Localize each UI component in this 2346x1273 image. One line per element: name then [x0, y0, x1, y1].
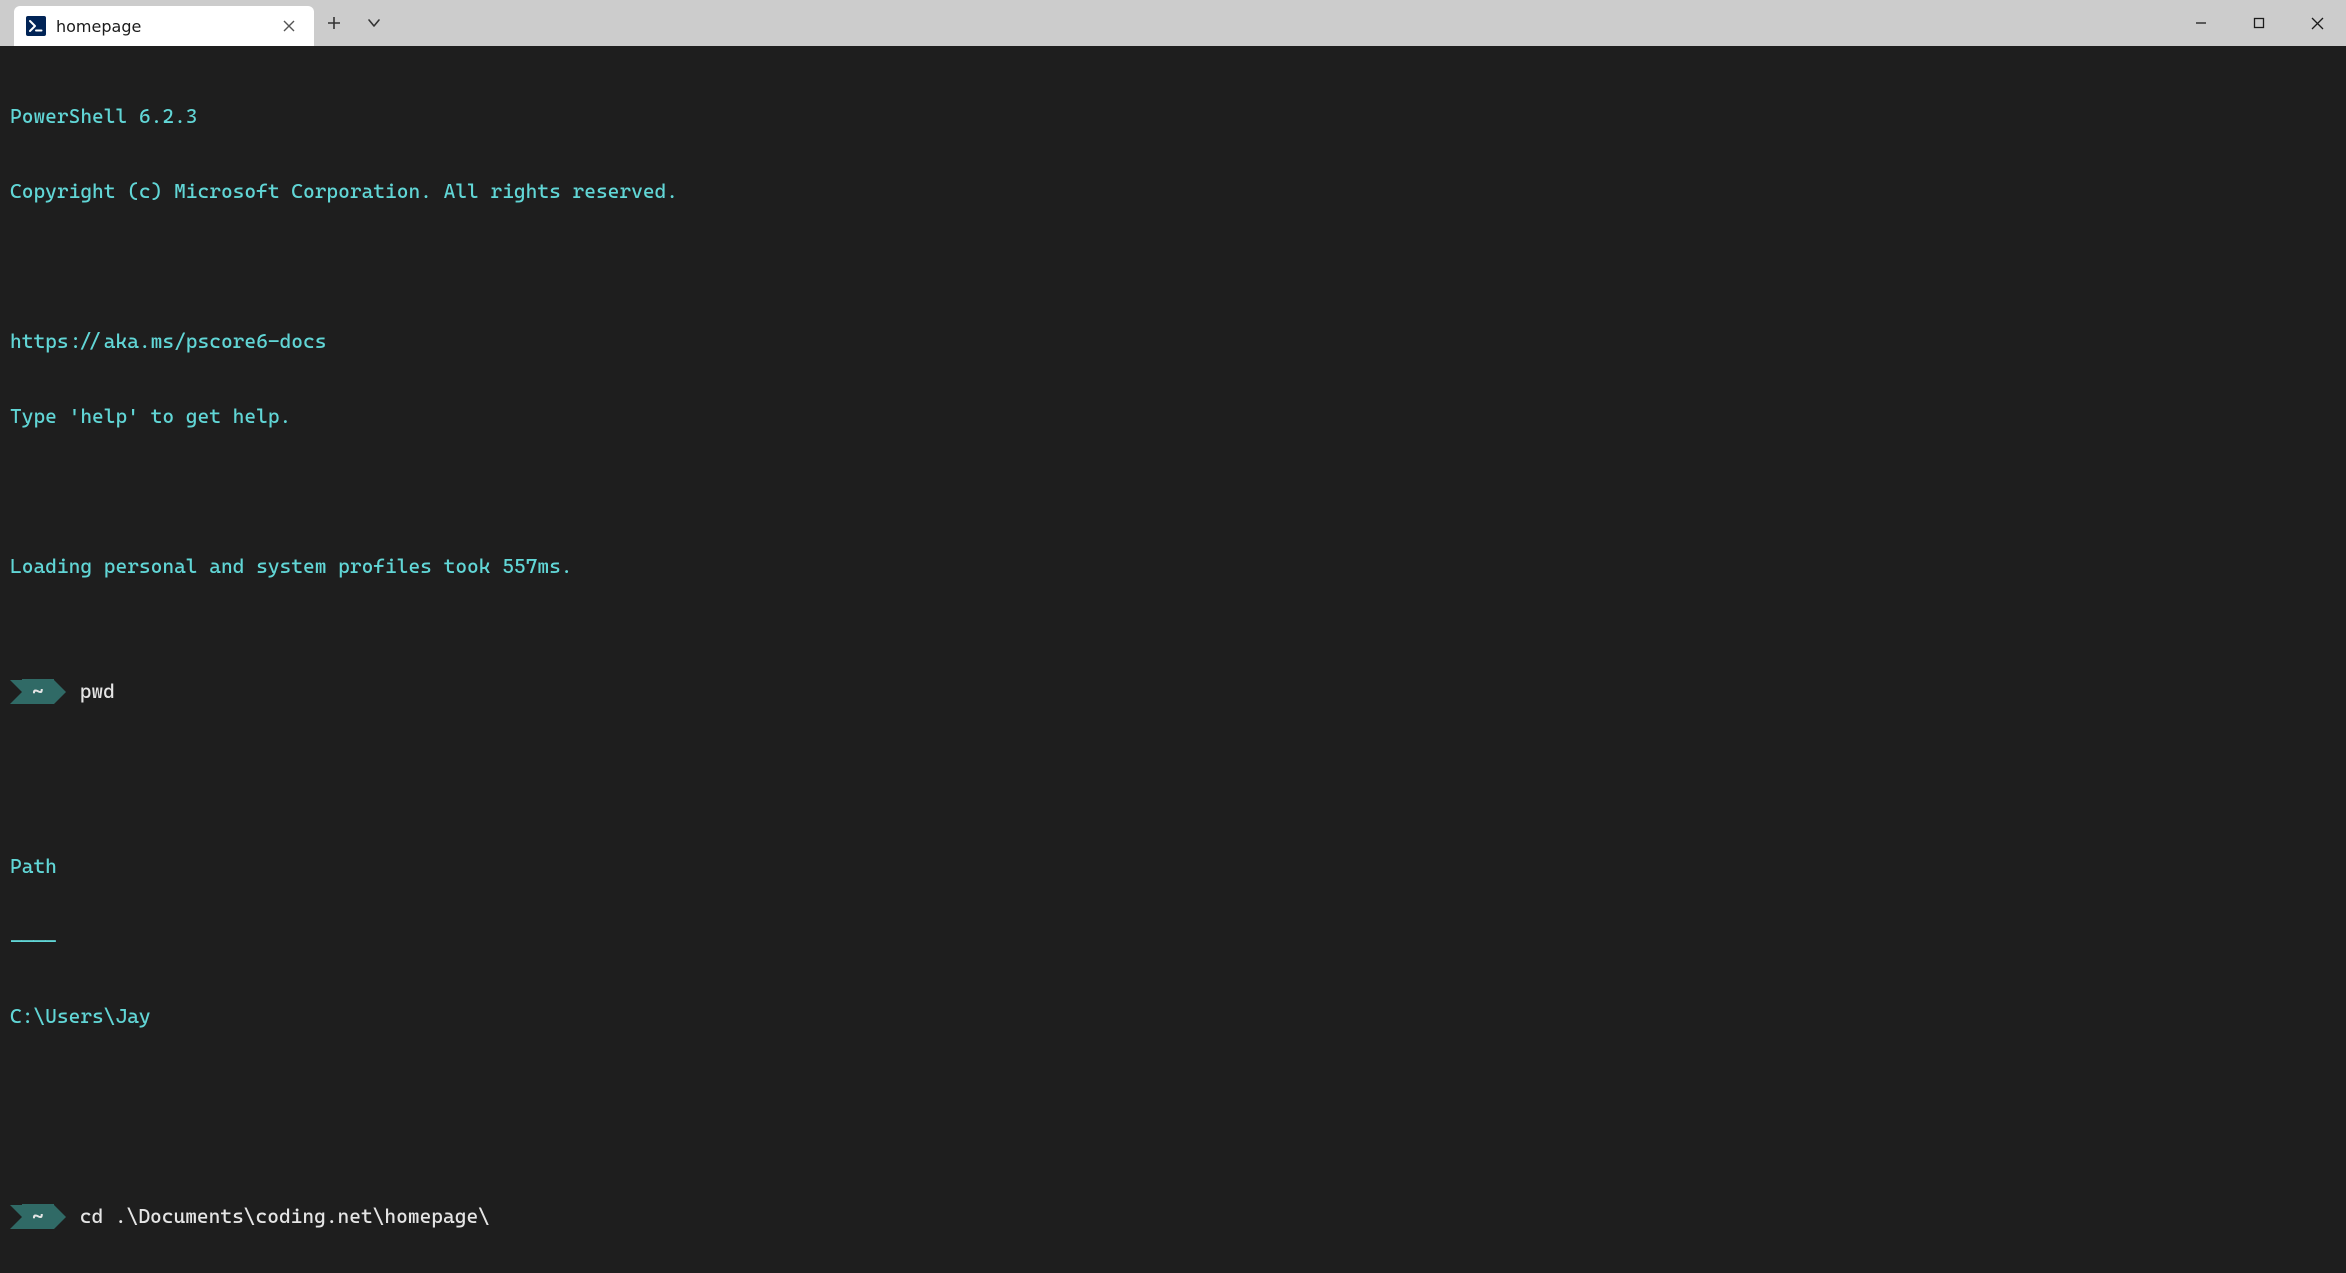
banner-help: Type 'help' to get help.: [10, 404, 2336, 429]
pwd-rule: ----: [10, 929, 2336, 954]
prompt-arrow-icon: [10, 680, 22, 704]
pwd-value: C:\Users\Jay: [10, 1004, 2336, 1029]
prompt-arrow-icon: [54, 1205, 66, 1229]
command-text: cd .\Documents\coding.net\homepage\: [80, 1204, 490, 1229]
banner-link: https://aka.ms/pscore6-docs: [10, 329, 2336, 354]
prompt-path-segment: ~: [22, 679, 54, 704]
tab-strip: homepage: [0, 0, 314, 46]
terminal-viewport[interactable]: PowerShell 6.2.3 Copyright (c) Microsoft…: [0, 46, 2346, 1273]
tab-dropdown-button[interactable]: [354, 0, 394, 46]
prompt-arrow-icon: [54, 680, 66, 704]
tab-title: homepage: [56, 14, 268, 39]
window-maximize-button[interactable]: [2230, 0, 2288, 46]
tab-close-button[interactable]: [278, 15, 300, 37]
titlebar: homepage: [0, 0, 2346, 46]
powershell-icon: [26, 16, 46, 36]
prompt-line: ~ cd .\Documents\coding.net\homepage\: [10, 1204, 2336, 1229]
command-text: pwd: [80, 679, 115, 704]
new-tab-button[interactable]: [314, 0, 354, 46]
banner-line: PowerShell 6.2.3: [10, 104, 2336, 129]
prompt-arrow-icon: [10, 1205, 22, 1229]
titlebar-drag-region[interactable]: [394, 0, 2172, 46]
window-close-button[interactable]: [2288, 0, 2346, 46]
tab-homepage[interactable]: homepage: [14, 6, 314, 46]
banner-line: Copyright (c) Microsoft Corporation. All…: [10, 179, 2336, 204]
pwd-header: Path: [10, 854, 2336, 879]
window-controls: [2172, 0, 2346, 46]
window-minimize-button[interactable]: [2172, 0, 2230, 46]
banner-profiles: Loading personal and system profiles too…: [10, 554, 2336, 579]
prompt-line: ~ pwd: [10, 679, 2336, 704]
prompt-path-segment: ~: [22, 1204, 54, 1229]
